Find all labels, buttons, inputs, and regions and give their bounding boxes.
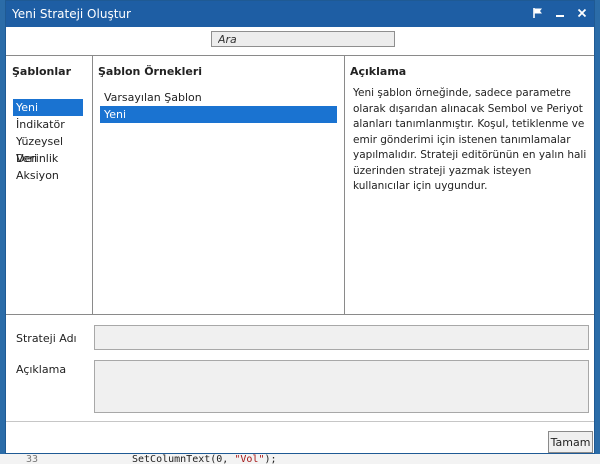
description-text: Yeni şablon örneğinde, sadece parametre … [353,87,587,192]
strategy-description-label: Açıklama [16,363,67,376]
templates-panel: Şablonlar Yeni İndikatör Yüzeysel Veri D… [6,56,93,314]
example-item-default[interactable]: Varsayılan Şablon [100,89,337,106]
new-strategy-dialog: Yeni Strateji Oluştur Şablonlar Yeni İnd… [5,0,595,454]
title-bar-buttons [530,5,590,21]
background-code-editor: 33 SetColumnText(0, "Vol"); [0,454,600,464]
pin-flag-icon[interactable] [530,5,546,21]
selection-panels: Şablonlar Yeni İndikatör Yüzeysel Veri D… [6,55,594,315]
template-item-yuzeysel-veri[interactable]: Yüzeysel Veri [13,133,83,165]
close-icon[interactable] [574,5,590,21]
templates-header: Şablonlar [12,65,71,78]
description-panel: Açıklama Yeni şablon örneğinde, sadece p… [345,56,594,314]
footer-divider [6,421,594,422]
background-editor-right-edge [595,0,600,464]
template-item-derinlik[interactable]: Derinlik [13,150,83,167]
template-item-yeni[interactable]: Yeni [13,99,83,116]
template-examples-list: Varsayılan Şablon Yeni [93,89,344,123]
template-item-indikator[interactable]: İndikatör [13,116,83,133]
window-title: Yeni Strateji Oluştur [12,7,131,21]
search-input[interactable] [211,31,395,47]
background-code-line: SetColumnText(0, "Vol"); [132,454,277,464]
strategy-description-input[interactable] [94,360,589,413]
background-line-number: 33 [26,454,39,464]
title-bar[interactable]: Yeni Strateji Oluştur [6,1,594,27]
strategy-name-input[interactable] [94,325,589,350]
minimize-icon[interactable] [552,5,568,21]
template-item-aksiyon[interactable]: Aksiyon [13,167,83,184]
description-header: Açıklama [350,65,407,78]
example-item-yeni[interactable]: Yeni [100,106,337,123]
template-examples-panel: Şablon Örnekleri Varsayılan Şablon Yeni [93,56,345,314]
templates-list: Yeni İndikatör Yüzeysel Veri Derinlik Ak… [6,99,92,184]
strategy-name-label: Strateji Adı [16,332,77,345]
template-examples-header: Şablon Örnekleri [98,65,203,78]
ok-button[interactable]: Tamam [548,431,593,453]
